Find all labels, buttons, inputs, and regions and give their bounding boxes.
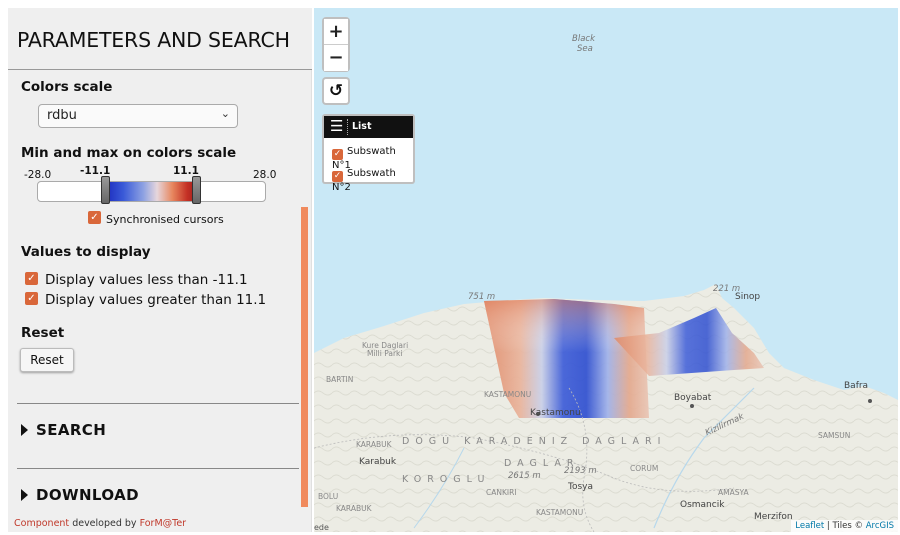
caret-right-icon [21, 424, 28, 436]
slider-max-handle[interactable] [191, 176, 201, 204]
map-label: KARABUK [356, 440, 392, 449]
map-label: Karabuk [359, 457, 397, 467]
leaflet-link[interactable]: Leaflet [795, 521, 824, 531]
panel-header: PARAMETERS AND SEARCH [8, 8, 312, 70]
display-less-checkbox[interactable]: ✓ [25, 272, 38, 285]
arcgis-link[interactable]: ArcGIS [866, 521, 894, 531]
reset-view-button[interactable]: ↺ [322, 77, 350, 105]
map-label: DOGU KARADENIZ DAGLARI [402, 436, 667, 447]
map-label: Boyabat [674, 393, 712, 403]
map-label: CORUM [630, 464, 659, 473]
panel-title: PARAMETERS AND SEARCH [17, 28, 290, 52]
divider [17, 403, 299, 404]
map-label: BARTIN [326, 375, 354, 384]
scale-min-label: -28.0 [24, 169, 52, 181]
layer-list-title: List [352, 121, 372, 132]
sync-cursors-checkbox[interactable]: ✓ [88, 211, 101, 224]
parameters-panel: PARAMETERS AND SEARCH Colors scale rdbu … [8, 8, 312, 532]
map-label: 2615 m [508, 471, 541, 481]
map-label: SAMSUN [818, 431, 851, 440]
footer: Component developed by ForM@Ter [14, 518, 186, 529]
color-gradient-bar [107, 182, 198, 201]
map-attribution: Leaflet | Tiles © ArcGIS [791, 520, 898, 532]
layer-list-control: ☰ List ✓ Subswath N°1 ✓ Subswath N°2 [322, 114, 415, 193]
component-link[interactable]: Component [14, 518, 69, 529]
layer-checkbox[interactable]: ✓ [332, 149, 343, 160]
divider [347, 119, 348, 135]
map-label: Kastamonu [530, 408, 581, 418]
city-marker [868, 399, 872, 403]
map-label: KOROGLU [402, 474, 491, 485]
map[interactable]: + − ↺ ☰ List ✓ Subswath N°1 ✓ Subswath N°2… [314, 8, 898, 532]
caret-right-icon [21, 489, 28, 501]
values-heading: Values to display [21, 244, 151, 260]
developed-by-text: developed by [72, 518, 137, 529]
map-label: BOLU [318, 492, 339, 501]
color-scale-select[interactable]: rdbu ⌄ [38, 104, 238, 128]
map-label: Osmancik [680, 500, 725, 510]
color-range-slider[interactable] [37, 181, 266, 202]
scale-max-label: 28.0 [253, 169, 277, 181]
map-canvas[interactable] [314, 8, 898, 532]
minmax-heading: Min and max on colors scale [21, 145, 237, 161]
divider [17, 468, 299, 469]
display-greater-checkbox[interactable]: ✓ [25, 292, 38, 305]
zoom-out-button[interactable]: − [324, 45, 348, 71]
chevron-down-icon: ⌄ [220, 107, 230, 120]
map-label: Merzifon [754, 512, 793, 522]
former-link[interactable]: ForM@Ter [140, 518, 186, 529]
download-label: DOWNLOAD [36, 486, 139, 504]
tiles-text: | Tiles © [826, 521, 863, 531]
search-section-toggle[interactable]: SEARCH [21, 421, 106, 439]
search-label: SEARCH [36, 421, 107, 439]
sync-cursors-label: Synchronised cursors [106, 213, 224, 226]
layer-checkbox[interactable]: ✓ [332, 171, 343, 182]
map-label: Sinop [735, 292, 761, 302]
map-edge-label: ede [314, 523, 329, 532]
map-label: Milli Parki [367, 349, 403, 358]
map-label: KASTAMONU [536, 508, 584, 517]
map-label: Black [572, 34, 595, 44]
reset-button[interactable]: Reset [20, 348, 74, 372]
slider-min-handle[interactable] [101, 176, 111, 204]
map-label: KASTAMONU [484, 390, 532, 399]
map-label: Bafra [844, 381, 869, 391]
map-label: 751 m [468, 292, 496, 302]
map-label: 2193 m [564, 466, 597, 476]
layer-item-subswath-2[interactable]: ✓ Subswath N°2 [332, 168, 413, 193]
menu-icon[interactable]: ☰ [330, 118, 343, 135]
zoom-control: + − [322, 17, 350, 72]
colors-scale-heading: Colors scale [21, 79, 113, 95]
display-greater-label: Display values greater than 11.1 [45, 292, 267, 308]
map-label: Sea [577, 44, 593, 54]
city-marker [690, 404, 694, 408]
subswath-1-shade [484, 299, 649, 418]
color-scale-value: rdbu [47, 108, 77, 123]
zoom-in-button[interactable]: + [324, 19, 348, 45]
download-section-toggle[interactable]: DOWNLOAD [21, 486, 139, 504]
map-label: Tosya [568, 482, 594, 492]
layer-list-header[interactable]: ☰ List [324, 116, 413, 138]
map-label: CANKIRI [486, 488, 517, 497]
app: PARAMETERS AND SEARCH Colors scale rdbu … [0, 0, 900, 535]
map-label: KARABUK [336, 504, 372, 513]
map-label: AMASYA [718, 488, 749, 497]
scrollbar-thumb[interactable] [301, 207, 308, 507]
reset-heading: Reset [21, 325, 65, 341]
display-less-label: Display values less than -11.1 [45, 272, 248, 288]
